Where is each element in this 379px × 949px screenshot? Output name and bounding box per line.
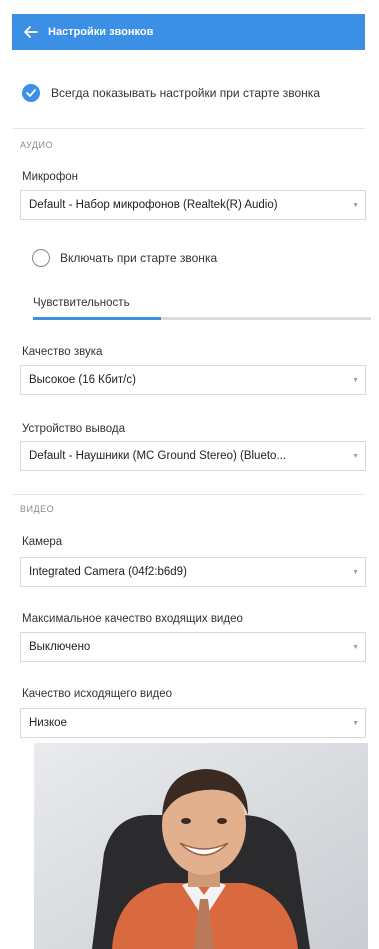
incoming-quality-label: Максимальное качество входящих видео: [22, 613, 243, 625]
arrow-left-icon: [24, 26, 38, 38]
chevron-down-icon: ▼: [352, 643, 359, 651]
chevron-down-icon: ▼: [352, 452, 359, 460]
microphone-select[interactable]: Default - Набор микрофонов (Realtek(R) A…: [20, 190, 366, 220]
outgoing-quality-label: Качество исходящего видео: [22, 688, 172, 700]
microphone-value: Default - Набор микрофонов (Realtek(R) A…: [29, 199, 278, 211]
camera-value: Integrated Camera (04f2:b6d9): [29, 566, 187, 578]
sound-quality-select[interactable]: Высокое (16 Кбит/с) ▼: [20, 365, 366, 395]
enable-on-start-label: Включать при старте звонка: [60, 251, 218, 265]
chevron-down-icon: ▼: [352, 719, 359, 727]
divider: [12, 128, 365, 129]
camera-select[interactable]: Integrated Camera (04f2:b6d9) ▼: [20, 557, 366, 587]
outgoing-quality-value: Низкое: [29, 717, 67, 729]
sound-quality-value: Высокое (16 Кбит/с): [29, 374, 136, 386]
back-button[interactable]: [22, 23, 40, 41]
output-device-label: Устройство вывода: [22, 423, 125, 435]
sensitivity-level-bar: [33, 317, 162, 320]
microphone-label: Микрофон: [22, 171, 79, 183]
camera-preview-image: [34, 743, 368, 949]
page-title: Настройки звонков: [48, 26, 154, 38]
enable-on-start-radio[interactable]: Включать при старте звонка: [32, 249, 217, 267]
header-bar: Настройки звонков: [12, 14, 365, 50]
always-show-checkbox[interactable]: Всегда показывать настройки при старте з…: [22, 84, 320, 102]
sensitivity-slider[interactable]: [33, 317, 371, 320]
divider: [12, 494, 365, 495]
camera-label: Камера: [22, 536, 63, 548]
radio-icon: [32, 249, 50, 267]
sound-quality-label: Качество звука: [22, 346, 103, 358]
chevron-down-icon: ▼: [352, 568, 359, 576]
outgoing-quality-select[interactable]: Низкое ▼: [20, 708, 366, 738]
chevron-down-icon: ▼: [352, 201, 359, 209]
always-show-label: Всегда показывать настройки при старте з…: [51, 86, 320, 100]
chevron-down-icon: ▼: [352, 376, 359, 384]
camera-preview: [34, 743, 368, 949]
section-title-video: ВИДЕО: [20, 504, 55, 514]
output-device-value: Default - Наушники (MC Ground Stereo) (B…: [29, 450, 287, 462]
incoming-quality-value: Выключено: [29, 641, 91, 653]
output-device-select[interactable]: Default - Наушники (MC Ground Stereo) (B…: [20, 441, 366, 471]
checkmark-icon: [22, 84, 40, 102]
section-title-audio: АУДИО: [20, 140, 53, 150]
incoming-quality-select[interactable]: Выключено ▼: [20, 632, 366, 662]
sensitivity-label: Чувствительность: [33, 297, 130, 309]
